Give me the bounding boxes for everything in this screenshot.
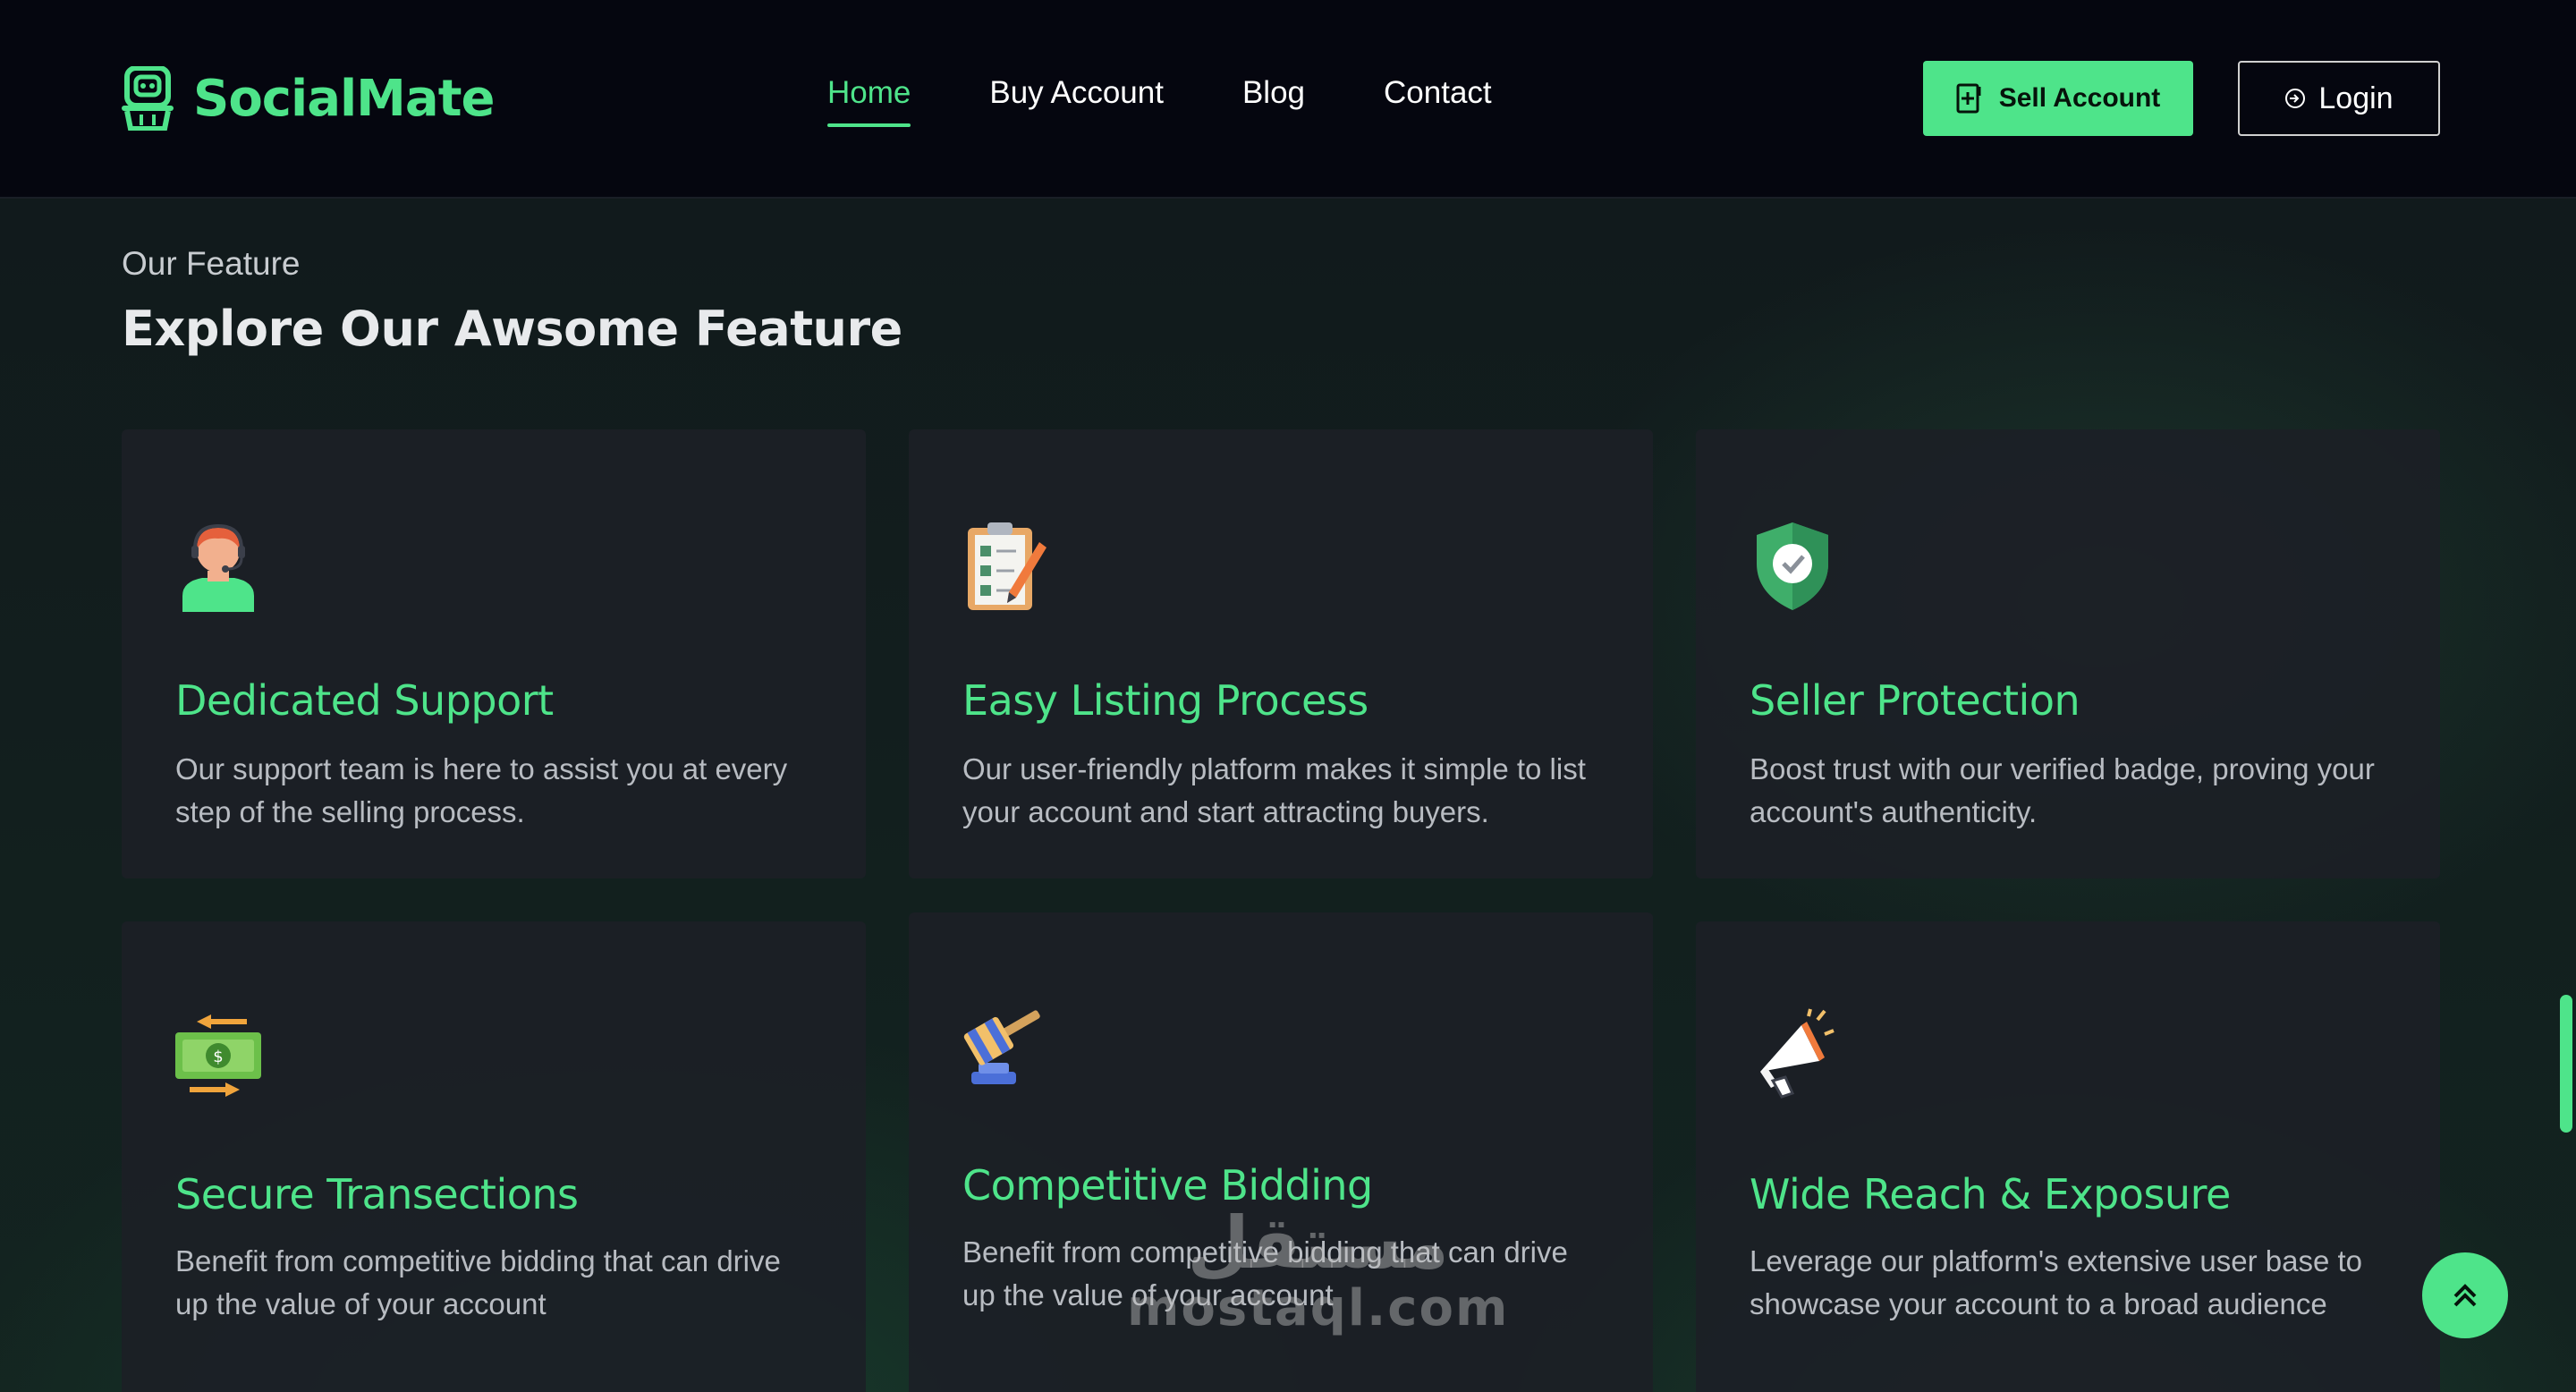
gavel-icon bbox=[963, 1010, 1040, 1084]
brand-logo[interactable]: SocialMate bbox=[122, 66, 495, 131]
watermark-latin: mostaql.com bbox=[1127, 1279, 1510, 1337]
money-transfer-icon: $ bbox=[175, 1014, 261, 1097]
watermark: مستقل mostaql.com bbox=[1127, 1201, 1510, 1338]
double-chevron-up-icon bbox=[2453, 1284, 2477, 1307]
brand-name: SocialMate bbox=[193, 69, 495, 128]
feature-description: Leverage our platform's extensive user b… bbox=[1750, 1244, 2363, 1320]
login-button[interactable]: Login bbox=[2238, 61, 2440, 136]
section-title: Explore Our Awsome Feature bbox=[122, 301, 902, 357]
section-eyebrow: Our Feature bbox=[122, 245, 301, 282]
login-label: Login bbox=[2318, 81, 2394, 115]
feature-card-dedicated-support: Dedicated Support Our support team is he… bbox=[122, 429, 866, 878]
nav-home[interactable]: Home bbox=[827, 75, 911, 127]
back-to-top-button[interactable] bbox=[2422, 1252, 2508, 1338]
sell-account-button[interactable]: Sell Account bbox=[1923, 61, 2193, 136]
feature-description: Benefit from competitive bidding that ca… bbox=[175, 1244, 781, 1320]
sell-account-label: Sell Account bbox=[1998, 83, 2161, 113]
feature-title: Secure Transections bbox=[175, 1170, 579, 1218]
site-header: SocialMate Home Buy Account Blog Contact… bbox=[0, 0, 2576, 199]
login-arrow-icon bbox=[2285, 89, 2306, 108]
feature-card-easy-listing: Easy Listing Process Our user-friendly p… bbox=[909, 429, 1653, 878]
feature-card-seller-protection: Seller Protection Boost trust with our v… bbox=[1696, 429, 2440, 878]
feature-title: Seller Protection bbox=[1750, 676, 2080, 725]
megaphone-icon bbox=[1760, 1008, 1835, 1099]
watermark-arabic: مستقل bbox=[1187, 1201, 1449, 1285]
nav-buy-account[interactable]: Buy Account bbox=[989, 75, 1164, 123]
feature-description: Boost trust with our verified badge, pro… bbox=[1750, 752, 2375, 828]
main-nav: Home Buy Account Blog Contact bbox=[827, 75, 1571, 127]
add-document-icon bbox=[1956, 83, 1981, 114]
feature-card-secure-transactions: $ Secure Transections Benefit from compe… bbox=[122, 921, 866, 1392]
feature-description: Our user-friendly platform makes it simp… bbox=[962, 752, 1586, 828]
scrollbar-thumb[interactable] bbox=[2560, 995, 2572, 1133]
feature-title: Easy Listing Process bbox=[962, 676, 1368, 725]
support-agent-icon bbox=[182, 523, 254, 612]
robot-logo-icon bbox=[122, 66, 174, 131]
feature-description: Our support team is here to assist you a… bbox=[175, 752, 788, 828]
feature-title: Wide Reach & Exposure bbox=[1750, 1170, 2231, 1218]
feature-title: Dedicated Support bbox=[175, 676, 554, 725]
nav-contact[interactable]: Contact bbox=[1384, 75, 1492, 123]
nav-blog[interactable]: Blog bbox=[1242, 75, 1305, 123]
feature-card-wide-reach: Wide Reach & Exposure Leverage our platf… bbox=[1696, 921, 2440, 1392]
shield-check-icon bbox=[1757, 522, 1828, 610]
svg-text:$: $ bbox=[213, 1048, 223, 1066]
clipboard-checklist-icon bbox=[968, 522, 1046, 610]
